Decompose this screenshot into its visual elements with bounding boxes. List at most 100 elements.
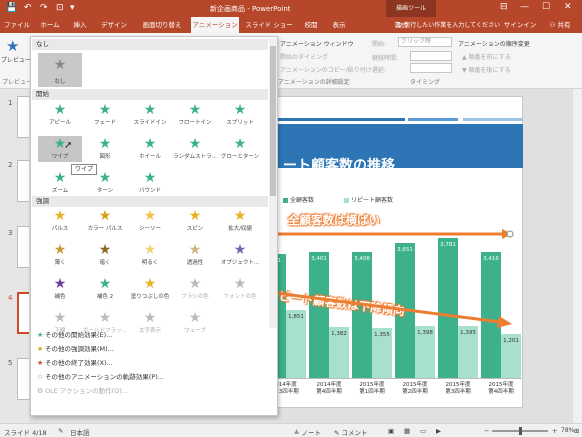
- entrance-star-icon: ★: [98, 136, 112, 152]
- more-emphasis-effects[interactable]: ★ その他の強調効果(M)...: [37, 343, 114, 353]
- ole-action-verbs[interactable]: ⚙ OLE アクションの動作(O)...: [37, 385, 128, 395]
- normal-view-icon[interactable]: ▣: [388, 427, 394, 435]
- tab-insert[interactable]: 挿入: [68, 17, 92, 33]
- emphasis-effect-label: パルス: [51, 226, 69, 232]
- tab-design[interactable]: デザイン: [96, 17, 132, 33]
- emphasis-effect[interactable]: ★ 透過性: [173, 242, 217, 268]
- gallery-scroll-thumb[interactable]: [270, 46, 276, 196]
- tell-me-box[interactable]: ♀ 実行したい作業を入力してください: [398, 20, 500, 29]
- entrance-effect[interactable]: ★ スプリット: [218, 102, 262, 128]
- tab-transitions[interactable]: 画面切り替え: [136, 17, 188, 33]
- preview-button[interactable]: プレビュー: [1, 55, 31, 64]
- redo-icon[interactable]: ↷: [40, 3, 48, 14]
- vertical-scrollbar[interactable]: [572, 89, 582, 423]
- entrance-effect[interactable]: ★ バウンド: [128, 170, 172, 196]
- slideshow-view-icon[interactable]: ▶: [436, 427, 441, 435]
- move-earlier-button[interactable]: ▲ 順番を前にする: [462, 52, 511, 61]
- preview-icon[interactable]: ★: [6, 37, 19, 55]
- entrance-effect-label: グローとターン: [220, 154, 260, 160]
- ribbon-options-icon[interactable]: ⊟: [500, 2, 508, 12]
- section-none: なし: [32, 39, 268, 50]
- save-icon[interactable]: 💾: [6, 3, 17, 14]
- emphasis-effect[interactable]: ★ 太字表示: [128, 310, 172, 336]
- entrance-effect[interactable]: ★ アピール: [38, 102, 82, 128]
- language-indicator[interactable]: 日本語: [70, 427, 90, 437]
- trigger-button[interactable]: 開始のタイミング: [280, 52, 328, 61]
- entrance-effect-label: ターン: [96, 188, 114, 194]
- duration-input[interactable]: [410, 51, 452, 61]
- notes-button[interactable]: ≜ ノート: [294, 427, 321, 437]
- tab-view[interactable]: 表示: [326, 17, 352, 33]
- selection-handle: [506, 230, 514, 238]
- start-select[interactable]: クリック時: [398, 37, 452, 47]
- entrance-effect[interactable]: ★ 図形: [83, 136, 127, 162]
- emphasis-effect[interactable]: ★ パルス: [38, 208, 82, 234]
- tab-file[interactable]: ファイル: [2, 17, 32, 33]
- x-axis-tick-label: 2015年度 第3四半期: [445, 382, 471, 395]
- tab-home[interactable]: ホーム: [36, 17, 64, 33]
- tooltip: ワイプ: [71, 164, 98, 175]
- slide-sorter-icon[interactable]: ▦: [404, 427, 410, 435]
- entrance-effect-label: スプリット: [226, 120, 254, 126]
- zoom-slider-thumb[interactable]: [519, 427, 522, 435]
- emphasis-effect[interactable]: ★ 補色 2: [83, 276, 127, 302]
- zoom-in-button[interactable]: +: [552, 427, 557, 435]
- entrance-effect[interactable]: ★ フェード: [83, 102, 127, 128]
- close-button[interactable]: ✕: [564, 2, 572, 12]
- emphasis-effect[interactable]: ★ 明るく: [128, 242, 172, 268]
- entrance-effect[interactable]: ★ グローとターン: [218, 136, 262, 162]
- move-later-button[interactable]: ▼ 順番を後にする: [462, 65, 511, 74]
- tab-review[interactable]: 校閲: [298, 17, 324, 33]
- emphasis-effect[interactable]: ★ フォントの色: [218, 276, 262, 302]
- customize-qa-icon[interactable]: ▾: [70, 3, 75, 14]
- gallery-scrollbar[interactable]: [269, 38, 277, 328]
- undo-icon[interactable]: ↶: [24, 3, 32, 14]
- emphasis-effect[interactable]: ★ 拡大/収縮: [218, 208, 262, 234]
- minimize-button[interactable]: —: [520, 2, 529, 12]
- emphasis-effect[interactable]: ★ スピン: [173, 208, 217, 234]
- emphasis-effect[interactable]: ★ 補色: [38, 276, 82, 302]
- emphasis-effect-label: カラー パルス: [87, 226, 123, 232]
- signin-link[interactable]: サインイン: [503, 17, 537, 33]
- tab-slideshow[interactable]: スライド ショー: [242, 17, 296, 33]
- emphasis-effect[interactable]: ★ カラー パルス: [83, 208, 127, 234]
- animation-painter-button[interactable]: アニメーションのコピー/貼り付け: [280, 65, 372, 74]
- emphasis-effect[interactable]: ★ 暗く: [83, 242, 127, 268]
- section-entrance: 開始: [32, 89, 268, 100]
- emphasis-effect[interactable]: ★ オブジェクト...: [218, 242, 262, 268]
- slide-title[interactable]: ート顧客数の推移: [283, 155, 395, 175]
- zoom-level[interactable]: 78%: [561, 427, 574, 434]
- maximize-button[interactable]: ☐: [542, 2, 550, 12]
- emphasis-effect[interactable]: ★ ブラシの色: [173, 276, 217, 302]
- entrance-effect-label: スライドイン: [133, 120, 167, 126]
- entrance-effect[interactable]: ★ ホイール: [128, 136, 172, 162]
- emphasis-effect[interactable]: ★ 薄く: [38, 242, 82, 268]
- entrance-star-icon: ★: [143, 102, 157, 118]
- emphasis-effect[interactable]: ★ ウェーブ: [173, 310, 217, 336]
- entrance-effect-label: フェード: [93, 120, 116, 126]
- entrance-effect[interactable]: ★ フロートイン: [173, 102, 217, 128]
- tab-animations[interactable]: アニメーション: [191, 17, 239, 33]
- entrance-effect[interactable]: ★ スライドイン: [128, 102, 172, 128]
- title-accent-bar: [463, 118, 523, 121]
- emphasis-effect-label: 太字表示: [138, 328, 161, 334]
- emphasis-effect-label: スピン: [186, 226, 204, 232]
- entrance-effect[interactable]: ★ ワイプ: [38, 136, 82, 162]
- share-button[interactable]: ⚇ 共有: [540, 17, 580, 33]
- start-slideshow-icon[interactable]: ⊡: [56, 3, 64, 14]
- delay-input[interactable]: [410, 63, 452, 73]
- more-motion-paths[interactable]: ☆ その他のアニメーションの軌跡効果(P)...: [37, 371, 164, 381]
- zoom-out-button[interactable]: −: [484, 427, 489, 435]
- anim-none[interactable]: ★ なし: [38, 53, 82, 87]
- emphasis-effect[interactable]: ★ 塗りつぶしの色: [128, 276, 172, 302]
- more-exit-effects[interactable]: ★ その他の終了効果(X)...: [37, 357, 113, 367]
- comments-button[interactable]: ✎ コメント: [334, 427, 368, 437]
- fit-slide-icon[interactable]: ⊞: [574, 427, 579, 435]
- reading-view-icon[interactable]: ▭: [420, 427, 426, 435]
- more-entrance-effects[interactable]: ★ その他の開始効果(E)...: [37, 329, 112, 339]
- spell-check-icon[interactable]: ✎: [58, 427, 63, 435]
- animation-pane-button[interactable]: アニメーション ウィンドウ: [280, 39, 354, 48]
- emphasis-effect[interactable]: ★ シーソー: [128, 208, 172, 234]
- entrance-effect[interactable]: ★ ランダムストラ...: [173, 136, 217, 162]
- title-accent-bar: [408, 118, 458, 121]
